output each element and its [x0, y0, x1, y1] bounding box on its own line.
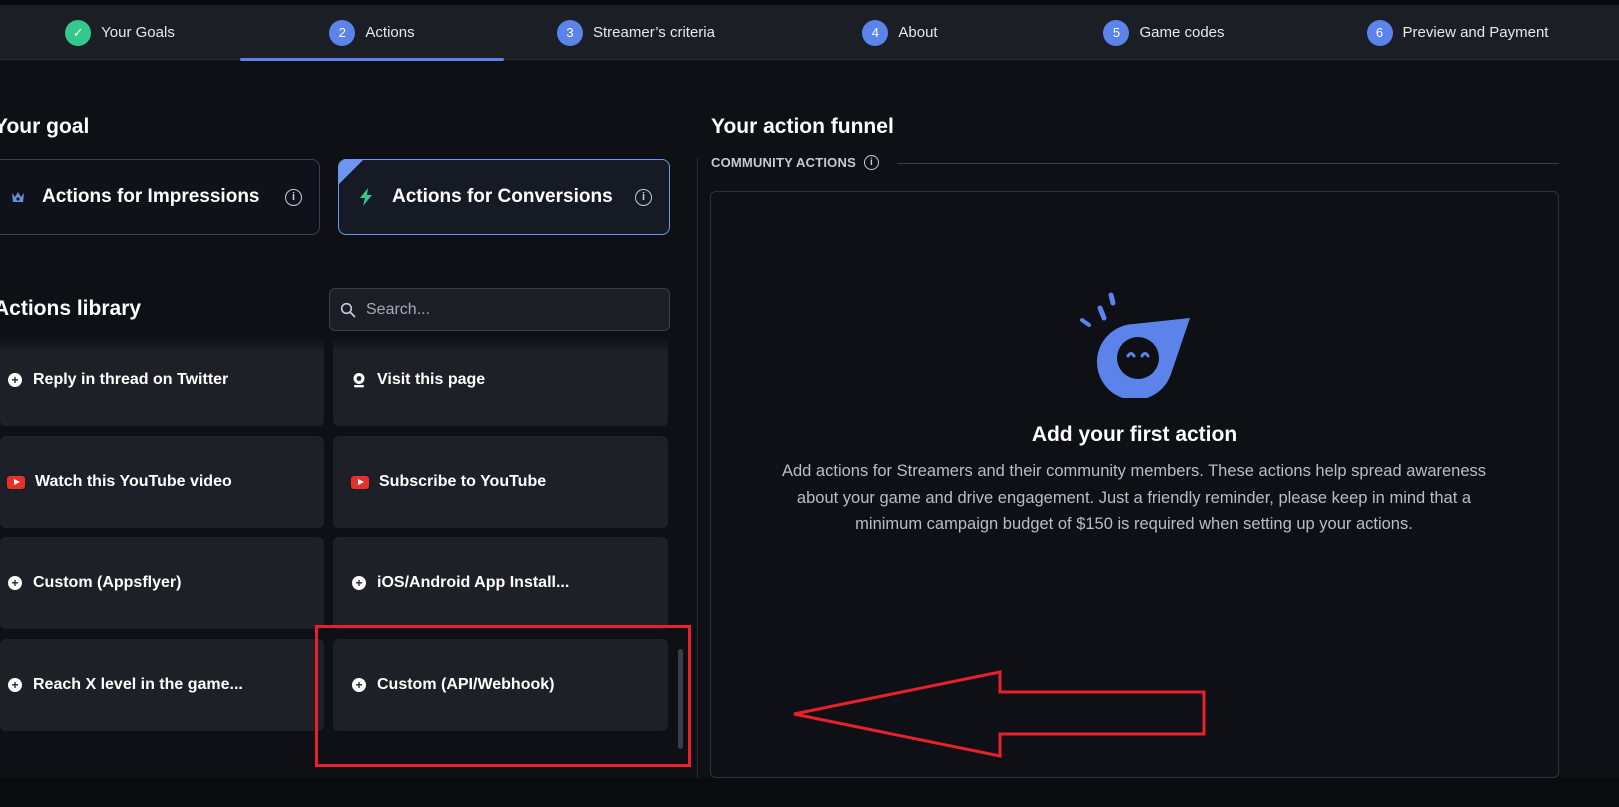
- campaign-builder-page: { "stepper": { "steps": [ {"num": "✓", "…: [0, 0, 1619, 807]
- selected-corner-marker: [339, 160, 363, 184]
- step-label: Streamer’s criteria: [593, 24, 715, 41]
- step-number: 4: [862, 19, 889, 46]
- action-label: iOS/Android App Install...: [377, 574, 570, 591]
- section-divider: [897, 163, 1559, 164]
- goal-option-label: Actions for Conversions: [392, 186, 613, 207]
- step-label: Preview and Payment: [1402, 24, 1549, 41]
- step-game-codes[interactable]: 5 Game codes: [1032, 5, 1296, 60]
- community-actions-section: COMMUNITY ACTIONS i: [711, 155, 879, 170]
- action-app-install[interactable]: + iOS/Android App Install...: [333, 537, 668, 629]
- action-label: Reply in thread on Twitter: [33, 371, 229, 388]
- search-box: [329, 288, 670, 331]
- crown-icon: [10, 189, 26, 205]
- plus-circle-icon: +: [7, 677, 23, 693]
- empty-state-description: Add actions for Streamers and their comm…: [781, 462, 1487, 533]
- action-label: Reach X level in the game...: [33, 676, 243, 693]
- step-label: Actions: [365, 24, 415, 41]
- step-your-goals[interactable]: ✓ Your Goals: [0, 5, 240, 60]
- youtube-icon: [351, 474, 369, 490]
- info-icon[interactable]: i: [285, 188, 302, 206]
- step-actions[interactable]: 2 Actions: [240, 5, 504, 61]
- actions-library-heading: Actions library: [0, 297, 142, 320]
- highlight-box-annotation: [315, 625, 691, 767]
- action-label: Subscribe to YouTube: [379, 473, 547, 490]
- step-label: Game codes: [1139, 24, 1225, 41]
- action-reach-level[interactable]: + Reach X level in the game...: [0, 639, 324, 731]
- window-bottom-strip: [0, 778, 1619, 807]
- empty-state-title: Add your first action: [1031, 423, 1238, 446]
- search-icon: [340, 302, 356, 318]
- webcam-icon: [351, 372, 367, 388]
- arrow-left-annotation-icon: [790, 668, 1210, 765]
- action-watch-youtube-video[interactable]: Watch this YouTube video: [0, 436, 324, 528]
- search-input[interactable]: [366, 300, 656, 319]
- step-streamers-criteria[interactable]: 3 Streamer’s criteria: [504, 5, 768, 60]
- step-number: 5: [1103, 19, 1130, 46]
- goal-option-conversions[interactable]: Actions for Conversions i: [338, 159, 670, 235]
- step-label: About: [898, 24, 938, 41]
- step-about[interactable]: 4 About: [768, 5, 1032, 60]
- funnel-heading: Your action funnel: [711, 115, 894, 138]
- youtube-icon: [7, 474, 25, 490]
- list-top-fade: [0, 338, 670, 352]
- goal-option-impressions[interactable]: Actions for Impressions i: [0, 159, 320, 235]
- action-label: Visit this page: [377, 371, 486, 388]
- wizard-stepper: ✓ Your Goals 2 Actions 3 Streamer’s crit…: [0, 5, 1619, 61]
- action-custom-appsflyer[interactable]: + Custom (Appsflyer): [0, 537, 324, 629]
- plus-circle-icon: +: [351, 575, 367, 591]
- action-label: Watch this YouTube video: [35, 473, 232, 490]
- info-icon[interactable]: i: [635, 188, 652, 206]
- plus-circle-icon: +: [7, 575, 23, 591]
- plus-circle-icon: +: [7, 372, 23, 388]
- step-preview-and-payment[interactable]: 6 Preview and Payment: [1296, 5, 1619, 60]
- community-actions-label: COMMUNITY ACTIONS: [711, 155, 856, 170]
- step-label: Your Goals: [101, 24, 175, 41]
- step-number: 6: [1366, 19, 1393, 46]
- step-number: 2: [329, 19, 356, 46]
- goal-heading: Your goal: [0, 115, 90, 138]
- action-subscribe-youtube[interactable]: Subscribe to YouTube: [333, 436, 668, 528]
- check-icon: ✓: [65, 19, 92, 46]
- mascot-illustration-icon: [1074, 288, 1198, 403]
- lightning-icon: [358, 188, 374, 206]
- panel-divider: [697, 158, 698, 778]
- info-icon[interactable]: i: [863, 155, 879, 170]
- goal-option-label: Actions for Impressions: [42, 186, 260, 207]
- action-label: Custom (Appsflyer): [33, 574, 182, 591]
- step-number: 3: [557, 19, 583, 46]
